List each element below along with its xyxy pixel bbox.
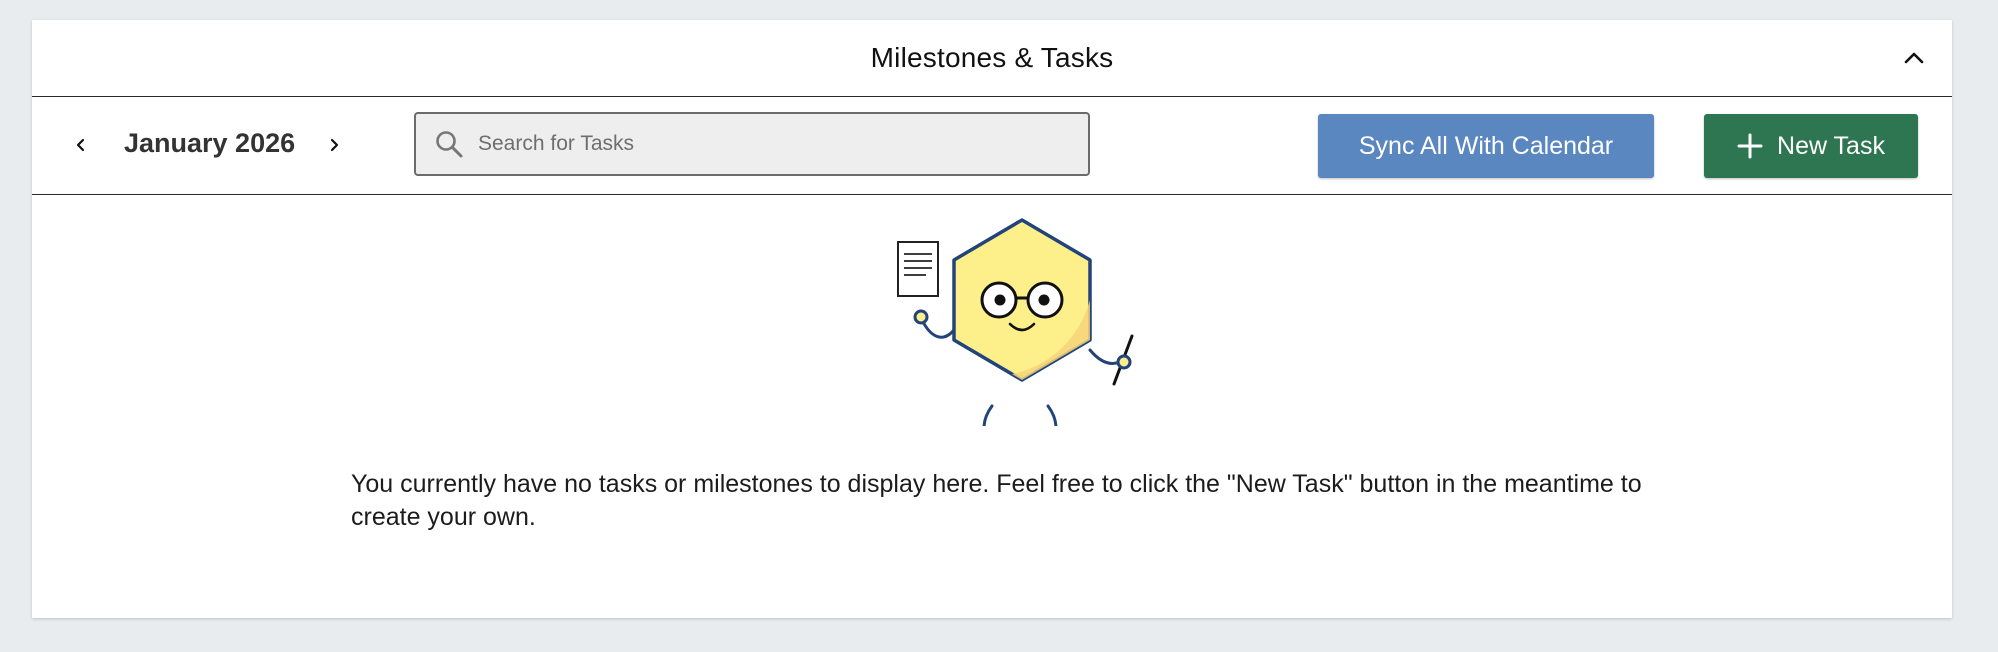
chevron-up-icon bbox=[1904, 52, 1924, 64]
search-icon bbox=[434, 129, 464, 159]
empty-state: You currently have no tasks or milestone… bbox=[32, 196, 1952, 616]
previous-month-button[interactable] bbox=[66, 130, 96, 160]
new-task-button-label: New Task bbox=[1777, 131, 1885, 160]
search-input[interactable] bbox=[476, 131, 1060, 157]
empty-state-message: You currently have no tasks or milestone… bbox=[351, 470, 1642, 531]
new-task-button[interactable]: New Task bbox=[1704, 114, 1918, 178]
chevron-right-icon bbox=[330, 138, 339, 152]
search-box[interactable] bbox=[414, 112, 1090, 176]
milestones-tasks-panel: Milestones & Tasks January 2026 Search f… bbox=[32, 20, 1952, 618]
sync-all-calendar-button[interactable]: Sync All With Calendar bbox=[1318, 114, 1654, 178]
collapse-button[interactable] bbox=[1898, 42, 1930, 74]
next-month-button[interactable] bbox=[319, 130, 349, 160]
chevron-left-icon bbox=[76, 138, 85, 152]
mascot-illustration bbox=[897, 218, 1134, 426]
document-icon bbox=[897, 241, 939, 297]
toolbar: January 2026 Sync All With Calendar bbox=[32, 98, 1952, 195]
panel-title: Milestones & Tasks bbox=[870, 42, 1114, 73]
plus-icon bbox=[1737, 133, 1763, 159]
panel-header: Milestones & Tasks bbox=[32, 20, 1952, 97]
current-month-label: January 2026 bbox=[124, 128, 296, 158]
sync-button-label: Sync All With Calendar bbox=[1358, 131, 1614, 160]
